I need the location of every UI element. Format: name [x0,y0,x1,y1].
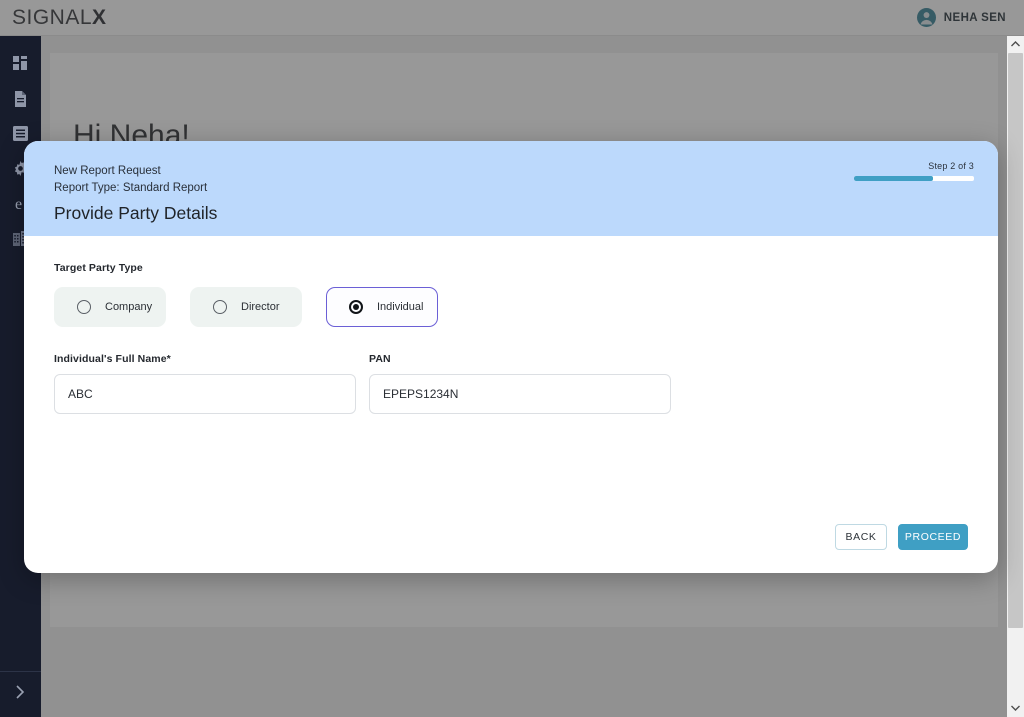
radio-label: Company [105,301,153,313]
modal-report-type: Report Type: Standard Report [54,182,208,194]
step-indicator: Step 2 of 3 [854,161,974,181]
scroll-down-button[interactable] [1007,700,1024,717]
party-details-fields: Individual's Full Name* PAN [54,353,968,414]
pan-input[interactable] [369,374,671,414]
back-button[interactable]: BACK [835,524,887,550]
radio-circle-icon [213,300,227,314]
document-icon [13,90,28,107]
app-root: Hi Neha! [0,0,1024,717]
sidebar-expand-button[interactable] [0,671,41,717]
full-name-input[interactable] [54,374,356,414]
radio-option-company[interactable]: Company [54,287,166,327]
modal-title: Provide Party Details [54,203,218,223]
radio-circle-icon [77,300,91,314]
radio-circle-filled-icon [349,300,363,314]
scroll-track[interactable] [1007,53,1024,700]
vertical-scrollbar[interactable] [1007,36,1024,717]
progress-fill [854,176,934,181]
svg-text:e: e [15,196,22,213]
sidebar-item-documents[interactable] [0,81,41,116]
chevron-right-icon [14,683,27,706]
dashboard-grid-icon [13,56,28,71]
modal-footer: BACK PROCEED [24,501,998,573]
topbar-scrim [0,0,1024,36]
radio-option-director[interactable]: Director [190,287,302,327]
radio-label: Individual [377,301,424,313]
full-name-group: Individual's Full Name* [54,353,356,414]
list-icon [13,126,28,141]
pan-label: PAN [369,353,391,365]
progress-track [854,176,974,181]
chevron-down-icon [1011,704,1020,713]
modal-header: New Report Request Report Type: Standard… [24,141,998,236]
scroll-up-button[interactable] [1007,36,1024,53]
radio-option-individual[interactable]: Individual [326,287,438,327]
party-type-radio-group: Company Director Individual [54,287,968,327]
radio-label: Director [241,301,280,313]
pan-group: PAN [369,353,671,414]
step-label: Step 2 of 3 [928,161,974,171]
modal-body: Target Party Type Company Director Indiv… [24,236,998,501]
new-report-request-modal: New Report Request Report Type: Standard… [24,141,998,573]
proceed-button[interactable]: PROCEED [898,524,968,550]
full-name-label: Individual's Full Name* [54,353,171,365]
chevron-up-icon [1011,40,1020,49]
target-party-type-label: Target Party Type [54,262,143,274]
sidebar-item-dashboard[interactable] [0,46,41,81]
scroll-thumb[interactable] [1008,53,1023,628]
